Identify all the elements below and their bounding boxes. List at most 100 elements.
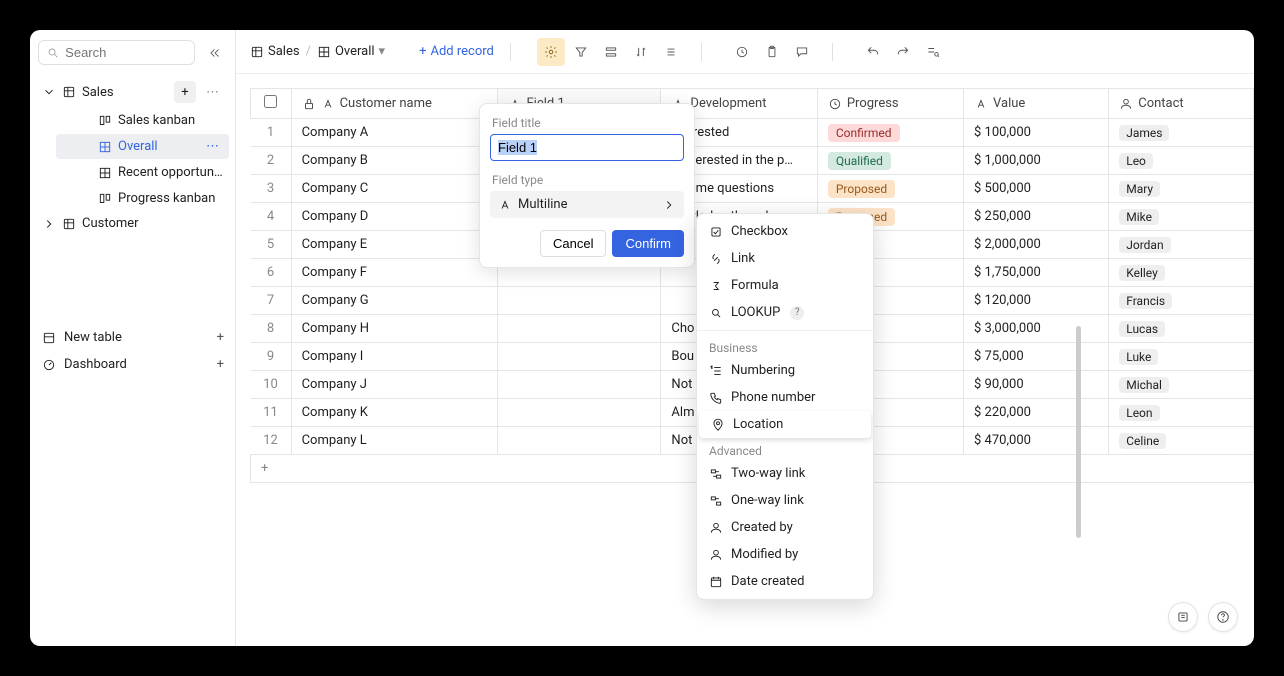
cell-contact[interactable]: Jordan [1109, 231, 1254, 259]
dashboard-button[interactable]: Dashboard + [36, 351, 230, 378]
table-row[interactable]: 3 Company C e some questions Proposed $ … [251, 175, 1254, 203]
cell-progress[interactable]: Proposed [817, 175, 963, 203]
menu-item-created-by[interactable]: Created by [697, 514, 873, 541]
column-customer[interactable]: Customer name [291, 89, 497, 119]
search-input[interactable] [65, 45, 186, 60]
search-in-table-button[interactable] [919, 38, 947, 66]
group-more-button[interactable]: ⋯ [202, 85, 223, 100]
cell-value[interactable]: $ 90,000 [964, 371, 1109, 399]
cell-field1[interactable] [497, 371, 661, 399]
cell-progress[interactable]: Confirmed [817, 119, 963, 147]
cell-contact[interactable]: Celine [1109, 427, 1254, 455]
cell-value[interactable]: $ 2,000,000 [964, 231, 1109, 259]
cell-contact[interactable]: Francis [1109, 287, 1254, 315]
column-progress[interactable]: Progress [817, 89, 963, 119]
select-all-checkbox[interactable] [264, 95, 277, 108]
sidebar-item-recent[interactable]: Recent opportuniti… [56, 160, 229, 185]
row-height-button[interactable] [657, 38, 685, 66]
cell-value[interactable]: $ 250,000 [964, 203, 1109, 231]
collapse-sidebar-button[interactable] [203, 41, 227, 65]
field-type-selector[interactable]: Multiline [490, 191, 684, 218]
menu-item-two-way-link[interactable]: Two-way link [697, 460, 873, 487]
cell-progress[interactable]: Qualified [817, 147, 963, 175]
cell-customer[interactable]: Company D [291, 203, 497, 231]
add-record-button[interactable]: + Add record [419, 44, 494, 59]
table-row[interactable]: 2 Company B y interested in the p… Quali… [251, 147, 1254, 175]
cell-customer[interactable]: Company H [291, 315, 497, 343]
cell-value[interactable]: $ 500,000 [964, 175, 1109, 203]
breadcrumb-view[interactable]: Overall ▾ [317, 44, 385, 59]
comment-button[interactable] [788, 38, 816, 66]
cell-customer[interactable]: Company A [291, 119, 497, 147]
menu-item-checkbox[interactable]: Checkbox [697, 218, 873, 245]
cell-contact[interactable]: James [1109, 119, 1254, 147]
sidebar-item-progress-kanban[interactable]: Progress kanban [56, 186, 229, 211]
select-all-header[interactable] [251, 89, 292, 119]
sidebar-group-customer[interactable]: Customer [36, 212, 229, 235]
sidebar-item-overall[interactable]: Overall ⋯ [56, 134, 229, 159]
cell-customer[interactable]: Company C [291, 175, 497, 203]
cell-contact[interactable]: Lucas [1109, 315, 1254, 343]
menu-item-link[interactable]: Link [697, 245, 873, 272]
filter-button[interactable] [567, 38, 595, 66]
cell-customer[interactable]: Company L [291, 427, 497, 455]
column-contact[interactable]: Contact [1109, 89, 1254, 119]
cell-field1[interactable] [497, 315, 661, 343]
column-value[interactable]: Value [964, 89, 1109, 119]
menu-item-numbering[interactable]: 1Numbering [697, 357, 873, 384]
cell-value[interactable]: $ 1,000,000 [964, 147, 1109, 175]
sidebar-item-sales-kanban[interactable]: Sales kanban [56, 108, 229, 133]
cell-customer[interactable]: Company G [291, 287, 497, 315]
menu-item-formula[interactable]: Formula [697, 272, 873, 299]
cell-contact[interactable]: Mike [1109, 203, 1254, 231]
view-more-button[interactable]: ⋯ [202, 139, 223, 154]
breadcrumb-root[interactable]: Sales [250, 44, 300, 59]
redo-button[interactable] [889, 38, 917, 66]
attachment-fab[interactable] [1168, 602, 1198, 632]
menu-item-one-way-link[interactable]: One-way link [697, 487, 873, 514]
cell-value[interactable]: $ 220,000 [964, 399, 1109, 427]
cell-customer[interactable]: Company K [291, 399, 497, 427]
cell-value[interactable]: $ 1,750,000 [964, 259, 1109, 287]
clipboard-button[interactable] [758, 38, 786, 66]
cell-contact[interactable]: Michal [1109, 371, 1254, 399]
cell-field1[interactable] [497, 427, 661, 455]
menu-item-lookup[interactable]: LOOKUP? [697, 299, 873, 326]
cell-customer[interactable]: Company B [291, 147, 497, 175]
menu-item-phone-number[interactable]: Phone number [697, 384, 873, 411]
reminder-button[interactable] [728, 38, 756, 66]
sort-button[interactable] [627, 38, 655, 66]
cell-customer[interactable]: Company J [291, 371, 497, 399]
cell-contact[interactable]: Mary [1109, 175, 1254, 203]
cell-value[interactable]: $ 470,000 [964, 427, 1109, 455]
help-fab[interactable] [1208, 602, 1238, 632]
cancel-button[interactable]: Cancel [540, 230, 606, 257]
confirm-button[interactable]: Confirm [612, 230, 684, 257]
cell-contact[interactable]: Leon [1109, 399, 1254, 427]
search-box[interactable] [38, 40, 195, 65]
cell-field1[interactable] [497, 343, 661, 371]
group-button[interactable] [597, 38, 625, 66]
cell-value[interactable]: $ 120,000 [964, 287, 1109, 315]
cell-value[interactable]: $ 3,000,000 [964, 315, 1109, 343]
undo-button[interactable] [859, 38, 887, 66]
cell-contact[interactable]: Luke [1109, 343, 1254, 371]
menu-item-modified-by[interactable]: Modified by [697, 541, 873, 568]
cell-value[interactable]: $ 100,000 [964, 119, 1109, 147]
cell-customer[interactable]: Company I [291, 343, 497, 371]
settings-button[interactable] [537, 38, 565, 66]
sidebar-group-sales[interactable]: Sales + ⋯ [36, 77, 229, 107]
table-row[interactable]: 1 Company A interested Confirmed $ 100,0… [251, 119, 1254, 147]
cell-field1[interactable] [497, 287, 661, 315]
cell-contact[interactable]: Kelley [1109, 259, 1254, 287]
cell-field1[interactable] [497, 399, 661, 427]
new-table-button[interactable]: New table + [36, 324, 230, 351]
cell-contact[interactable]: Leo [1109, 147, 1254, 175]
menu-scrollbar[interactable] [1076, 326, 1081, 538]
menu-item-date-created[interactable]: Date created [697, 568, 873, 595]
cell-customer[interactable]: Company F [291, 259, 497, 287]
menu-item-location[interactable]: Location [699, 411, 871, 438]
cell-value[interactable]: $ 75,000 [964, 343, 1109, 371]
add-view-button[interactable]: + [174, 81, 196, 103]
cell-customer[interactable]: Company E [291, 231, 497, 259]
